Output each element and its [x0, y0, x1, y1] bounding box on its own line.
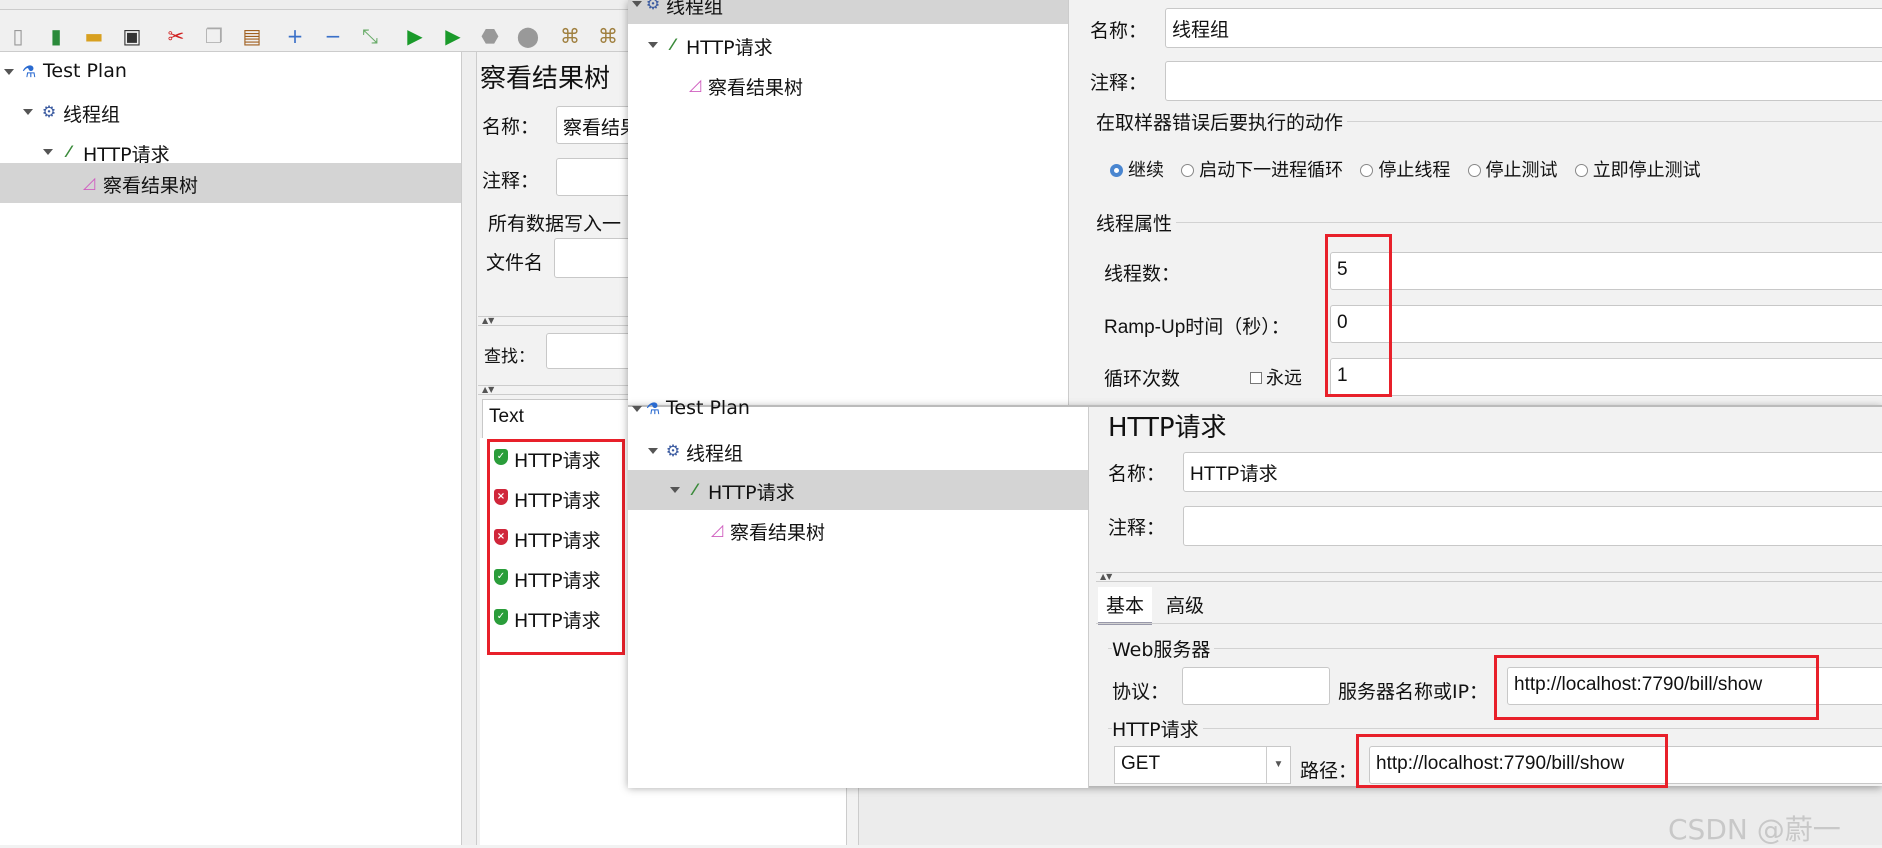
gear-icon: ⚙ [41, 102, 57, 121]
chevron-down-icon: ▼ [1266, 747, 1290, 783]
radio-stop-thread[interactable]: 停止线程 [1360, 160, 1450, 181]
copy-icon[interactable]: ❐ [202, 24, 226, 48]
error-action-radios: 继续 启动下一进程循环 停止线程 停止测试 立即停止测试 [1110, 156, 1701, 182]
tab-basic[interactable]: 基本 [1098, 587, 1153, 625]
chart-icon: ◿ [710, 520, 724, 539]
rampup-input[interactable]: 0 [1330, 305, 1882, 343]
tree-item-results-tree[interactable]: ◿ 察看结果树 [628, 510, 1088, 550]
tree-item-test-plan[interactable]: ⚗ Test Plan [628, 389, 1088, 429]
sampler-title: HTTP请求 [1108, 413, 1227, 443]
radio-continue[interactable]: 继续 [1110, 160, 1164, 181]
tree-item-test-plan[interactable]: ⚗ Test Plan [0, 52, 461, 92]
flask-icon: ⚗ [21, 62, 37, 81]
tree-item-http-request[interactable]: ⁄ HTTP请求 [628, 25, 1068, 65]
thread-tree: ⚙ 线程组 ⁄ HTTP请求 ◿ 察看结果树 [628, 0, 1068, 405]
highlight-box [1356, 734, 1668, 788]
radio-stop-test-now[interactable]: 立即停止测试 [1574, 160, 1701, 181]
new-icon[interactable]: ▯ [6, 24, 30, 48]
comment-input[interactable] [1183, 506, 1882, 546]
expand-icon[interactable]: + [283, 24, 307, 48]
open-icon[interactable]: ▬ [82, 24, 106, 48]
thread-group-window: ⚙ 线程组 ⁄ HTTP请求 ◿ 察看结果树 名称： 线程组 注释： 在取样器错误后要… [628, 0, 1882, 405]
test-plan-tree: ⚗ Test Plan ⚙ 线程组 ⁄ HTTP请求 ◿ 察看结果树 [0, 52, 461, 845]
toolbar: ▯ ▮ ▬ ▣ ✂ ❐ ▤ + − ⤡ ▶ ▶ ⬣ ⬤ ⌘ ⌘ [0, 10, 628, 52]
pipette-icon: ⁄ [67, 142, 71, 161]
watermark: CSDN @蔚一 [1668, 813, 1841, 846]
http-request-window: ⚗ Test Plan ⚙ 线程组 ⁄ HTTP请求 ◿ 察看结果树 HTTP请求 名称… [628, 397, 1882, 788]
split-bar[interactable]: ▲▼ [478, 385, 638, 395]
pipette-icon: ⁄ [671, 35, 675, 54]
method-select[interactable]: GET ▼ [1114, 746, 1291, 784]
search-input[interactable] [546, 333, 636, 369]
tree-item-results-tree[interactable]: ◿ 察看结果树 [0, 163, 461, 203]
split-bar[interactable]: ▲▼ [1096, 572, 1882, 582]
shutdown-icon[interactable]: ⬤ [516, 24, 540, 48]
cut-icon[interactable]: ✂ [164, 24, 188, 48]
loops-input[interactable]: 1 [1330, 358, 1882, 396]
chart-icon: ◿ [688, 75, 702, 94]
paste-icon[interactable]: ▤ [240, 24, 264, 48]
save-icon[interactable]: ▣ [120, 24, 144, 48]
comment-input[interactable] [1165, 61, 1882, 101]
name-input[interactable]: 线程组 [1165, 8, 1882, 48]
pipette-icon: ⁄ [693, 480, 697, 499]
start-no-pause-icon[interactable]: ▶ [441, 24, 465, 48]
clear-icon[interactable]: ⌘ [558, 24, 582, 48]
splitter[interactable] [461, 52, 477, 845]
collapse-icon[interactable]: − [321, 24, 345, 48]
protocol-input[interactable] [1182, 667, 1330, 705]
panel-title: 察看结果树 [480, 64, 611, 94]
highlight-box [1325, 234, 1392, 397]
tree-item-results-tree[interactable]: ◿ 察看结果树 [628, 65, 1068, 105]
forever-checkbox[interactable]: 永远 [1250, 364, 1302, 390]
tree-item-thread-group[interactable]: ⚙ 线程组 [0, 92, 461, 132]
highlight-box [487, 439, 625, 655]
radio-stop-test[interactable]: 停止测试 [1467, 160, 1558, 181]
tree-item-http-request[interactable]: ⁄ HTTP请求 [628, 470, 1088, 510]
tab-advanced[interactable]: 高级 [1158, 587, 1212, 622]
radio-start-next-loop[interactable]: 启动下一进程循环 [1181, 160, 1343, 181]
stop-icon[interactable]: ⬣ [478, 24, 502, 48]
gear-icon: ⚙ [645, 0, 661, 13]
chart-icon: ◿ [82, 173, 96, 192]
gear-icon: ⚙ [665, 441, 681, 460]
toggle-icon[interactable]: ⤡ [358, 24, 382, 48]
name-input[interactable]: HTTP请求 [1183, 452, 1882, 492]
highlight-box [1494, 655, 1819, 720]
flask-icon: ⚗ [645, 399, 661, 418]
clear-all-icon[interactable]: ⌘ [596, 24, 620, 48]
threads-input[interactable]: 5 [1330, 252, 1882, 290]
split-bar[interactable]: ▲▼ [478, 316, 638, 326]
renderer-select[interactable]: Text [482, 399, 632, 439]
start-icon[interactable]: ▶ [403, 24, 427, 48]
http-tree: ⚗ Test Plan ⚙ 线程组 ⁄ HTTP请求 ◿ 察看结果树 [628, 397, 1088, 788]
tree-item-thread-group[interactable]: ⚙ 线程组 [628, 431, 1088, 471]
tree-item-thread-group[interactable]: ⚙ 线程组 [628, 0, 1068, 24]
templates-icon[interactable]: ▮ [44, 24, 68, 48]
